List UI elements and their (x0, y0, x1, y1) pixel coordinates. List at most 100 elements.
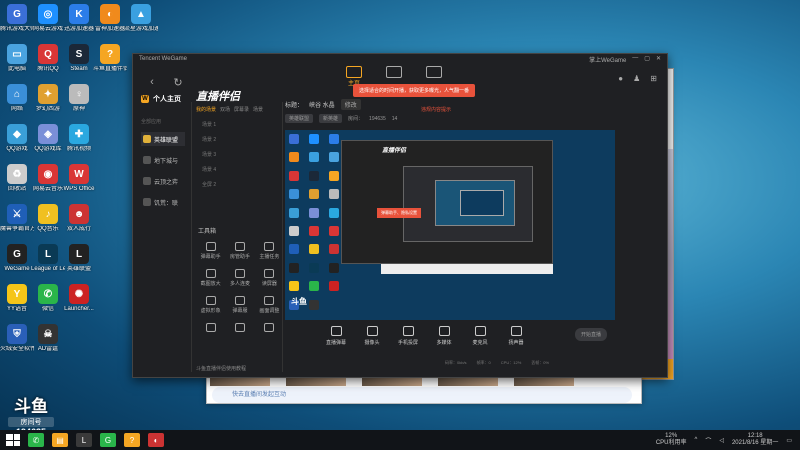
taskbar-app-icon[interactable]: ◐ (148, 433, 164, 447)
desktop-icon[interactable]: G 腾讯游戏大师 (0, 4, 34, 33)
tool-button[interactable] (255, 323, 284, 334)
desktop-icon[interactable]: ☻ 双人成行 (62, 204, 96, 233)
maximize-button[interactable]: ▢ (644, 55, 650, 64)
list-item[interactable]: 场景 1 (192, 117, 282, 132)
tool-button[interactable]: 读屏器 (255, 269, 284, 287)
desktop-icon[interactable]: S Steam (62, 44, 96, 73)
notification-icon[interactable]: ▭ (786, 437, 792, 444)
clock[interactable]: 12:18 2021/8/16 星期一 (732, 433, 778, 447)
desktop-icon[interactable]: ⌂ 网络 (0, 84, 34, 113)
microphone-icon (474, 326, 486, 336)
taskbar-app-icon[interactable]: L (76, 433, 92, 447)
desktop-icon[interactable]: ♀ 原神 (62, 84, 96, 113)
desktop-icon[interactable]: ✚ 腾讯视频 (62, 124, 96, 153)
tool-button[interactable]: 虚拟形象 (196, 296, 225, 314)
desktop-icon[interactable]: ✦ 梦幻西游 (31, 84, 65, 113)
sidebar-item-dst[interactable]: 饥荒：联 (141, 195, 185, 209)
desktop-icon[interactable]: ♻ 回收站 (0, 164, 34, 193)
refresh-icon[interactable]: ↻ (171, 75, 185, 89)
tool-button[interactable]: 截图放大 (196, 269, 225, 287)
taskbar-app-icon[interactable]: ? (124, 433, 140, 447)
tool-button[interactable]: 弹幕助手 (196, 242, 225, 260)
desktop-icon[interactable]: L 英雄联盟 (62, 244, 96, 273)
tool-button[interactable] (196, 323, 225, 334)
notice-banner[interactable]: 选择适合的时间开播，获取更多曝光，人气翻一番 (353, 84, 476, 97)
desktop-icon[interactable]: W WPS Office (62, 164, 96, 193)
user-avatar[interactable]: ● (618, 74, 623, 83)
scene-tab[interactable]: 屏幕录 (234, 106, 249, 113)
desktop-icon[interactable]: ⚔ 魔兽争霸官方对战平台 (0, 204, 34, 233)
bell-icon[interactable]: ♟ (633, 74, 640, 83)
tool-button[interactable]: 主播任务 (255, 242, 284, 260)
cpu-indicator[interactable]: 12% CPU利用率 (656, 433, 687, 447)
list-item[interactable]: 场景 3 (192, 147, 282, 162)
desktop-icon[interactable]: Q 腾讯QQ (31, 44, 65, 73)
scene-tab[interactable]: 双场 (220, 106, 230, 113)
desktop-icon[interactable]: Y YY语音 (0, 284, 34, 313)
live-preview[interactable]: 直播伴侣 弹幕助手、隐私设置 斗鱼 (285, 130, 615, 320)
preview-mini-icon (309, 299, 319, 310)
category-select[interactable]: 英雄联盟 (285, 114, 314, 123)
tray-arrow-icon[interactable]: ^ (694, 437, 697, 443)
tool-button[interactable]: 多人连麦 (225, 269, 254, 287)
profile-link[interactable]: W 个人主页 (141, 94, 185, 104)
desktop-icon[interactable]: ◐ 雷神加速器 (93, 4, 127, 33)
scene-tab[interactable]: 我的场景 (196, 106, 216, 113)
desktop-icon[interactable]: ✺ Launcher... (62, 284, 96, 313)
taskbar-app-icon[interactable]: ▤ (52, 433, 68, 447)
sidebar-item-dnf[interactable]: 地下城与 (141, 153, 185, 167)
desktop-icon[interactable]: G WeGame (0, 244, 34, 273)
desktop-icon[interactable]: ☠ AD雷霆 (31, 324, 65, 353)
desktop-icon[interactable]: L League of Legends (31, 244, 65, 273)
windows-start-icon[interactable] (6, 434, 20, 446)
camera-button[interactable]: 摄像头 (361, 326, 383, 346)
start-live-button[interactable]: 开始直播 (575, 328, 608, 341)
tool-button[interactable] (225, 323, 254, 334)
tool-button[interactable]: 弹幕服 (225, 296, 254, 314)
desktop-icon[interactable]: ◆ QQ游戏 (0, 124, 34, 153)
desktop-icon-label: 梦幻西游 (35, 106, 60, 112)
desktop-icon-label: 网易云音乐 (32, 186, 63, 192)
tool-icon (234, 296, 245, 305)
tutorial-link[interactable]: 斗鱼直播伴侣使用教程 (196, 365, 246, 372)
list-item[interactable]: 场景 4 (192, 162, 282, 177)
tool-icon (234, 242, 245, 251)
tool-button[interactable]: 房管助手 (225, 242, 254, 260)
tool-button[interactable]: 画面调整 (255, 296, 284, 314)
desktop-icon[interactable]: ♪ QQ音乐 (31, 204, 65, 233)
desktop-icon[interactable]: ⛨ 火绒安全软件 (0, 324, 34, 353)
sidebar-item-tft[interactable]: 云顶之弈 (141, 174, 185, 188)
danmu-button[interactable]: 直播弹幕 (325, 326, 347, 346)
back-arrow-icon[interactable]: ‹ (145, 75, 159, 89)
desktop-icon[interactable]: ▲ 流星游戏加速器 (124, 4, 158, 33)
subcategory-select[interactable]: 新英雄 (319, 114, 343, 123)
microphone-button[interactable]: 麦克风 (469, 326, 491, 346)
volume-icon[interactable]: ◁ (719, 437, 724, 444)
app-icon: Y (7, 284, 27, 304)
phone-cast-button[interactable]: 手机投屏 (397, 326, 419, 346)
list-item[interactable]: 场景 2 (192, 132, 282, 147)
media-button[interactable]: 多媒体 (433, 326, 455, 346)
close-button[interactable]: ✕ (656, 55, 661, 64)
desktop-icon[interactable]: ◎ 网易云游戏 (31, 4, 65, 33)
minimize-button[interactable]: — (632, 55, 638, 64)
desktop-icon[interactable]: ▭ 此电脑 (0, 44, 34, 73)
edit-title-button[interactable]: 修改 (340, 98, 361, 110)
mobile-wegame-link[interactable]: 掌上WeGame (589, 55, 626, 64)
preview-mini-icon (329, 134, 339, 144)
violation-link[interactable]: 违规内容提示 (421, 106, 451, 113)
speaker-button[interactable]: 扬声器 (505, 326, 527, 346)
chat-input[interactable]: 快去直播间发起互动 (212, 387, 632, 403)
desktop-icon[interactable]: ✆ 微信 (31, 284, 65, 313)
scene-tab[interactable]: 场景 (253, 106, 263, 113)
desktop-icon[interactable]: K 迅游加速器 (62, 4, 96, 33)
desktop-icon[interactable]: ◈ QQ游戏库 (31, 124, 65, 153)
sidebar-item-lol[interactable]: 英雄联盟 (141, 132, 185, 146)
taskbar-app-icon[interactable]: ✆ (28, 433, 44, 447)
taskbar-app-icon[interactable]: G (100, 433, 116, 447)
gift-icon[interactable]: ⊞ (650, 74, 657, 83)
desktop-icon[interactable]: ? 斗鱼直播伴侣 (93, 44, 127, 73)
desktop-icon[interactable]: ◉ 网易云音乐 (31, 164, 65, 193)
list-item[interactable]: 全屏 2 (192, 177, 282, 192)
network-icon[interactable]: ⌒ (705, 436, 711, 445)
